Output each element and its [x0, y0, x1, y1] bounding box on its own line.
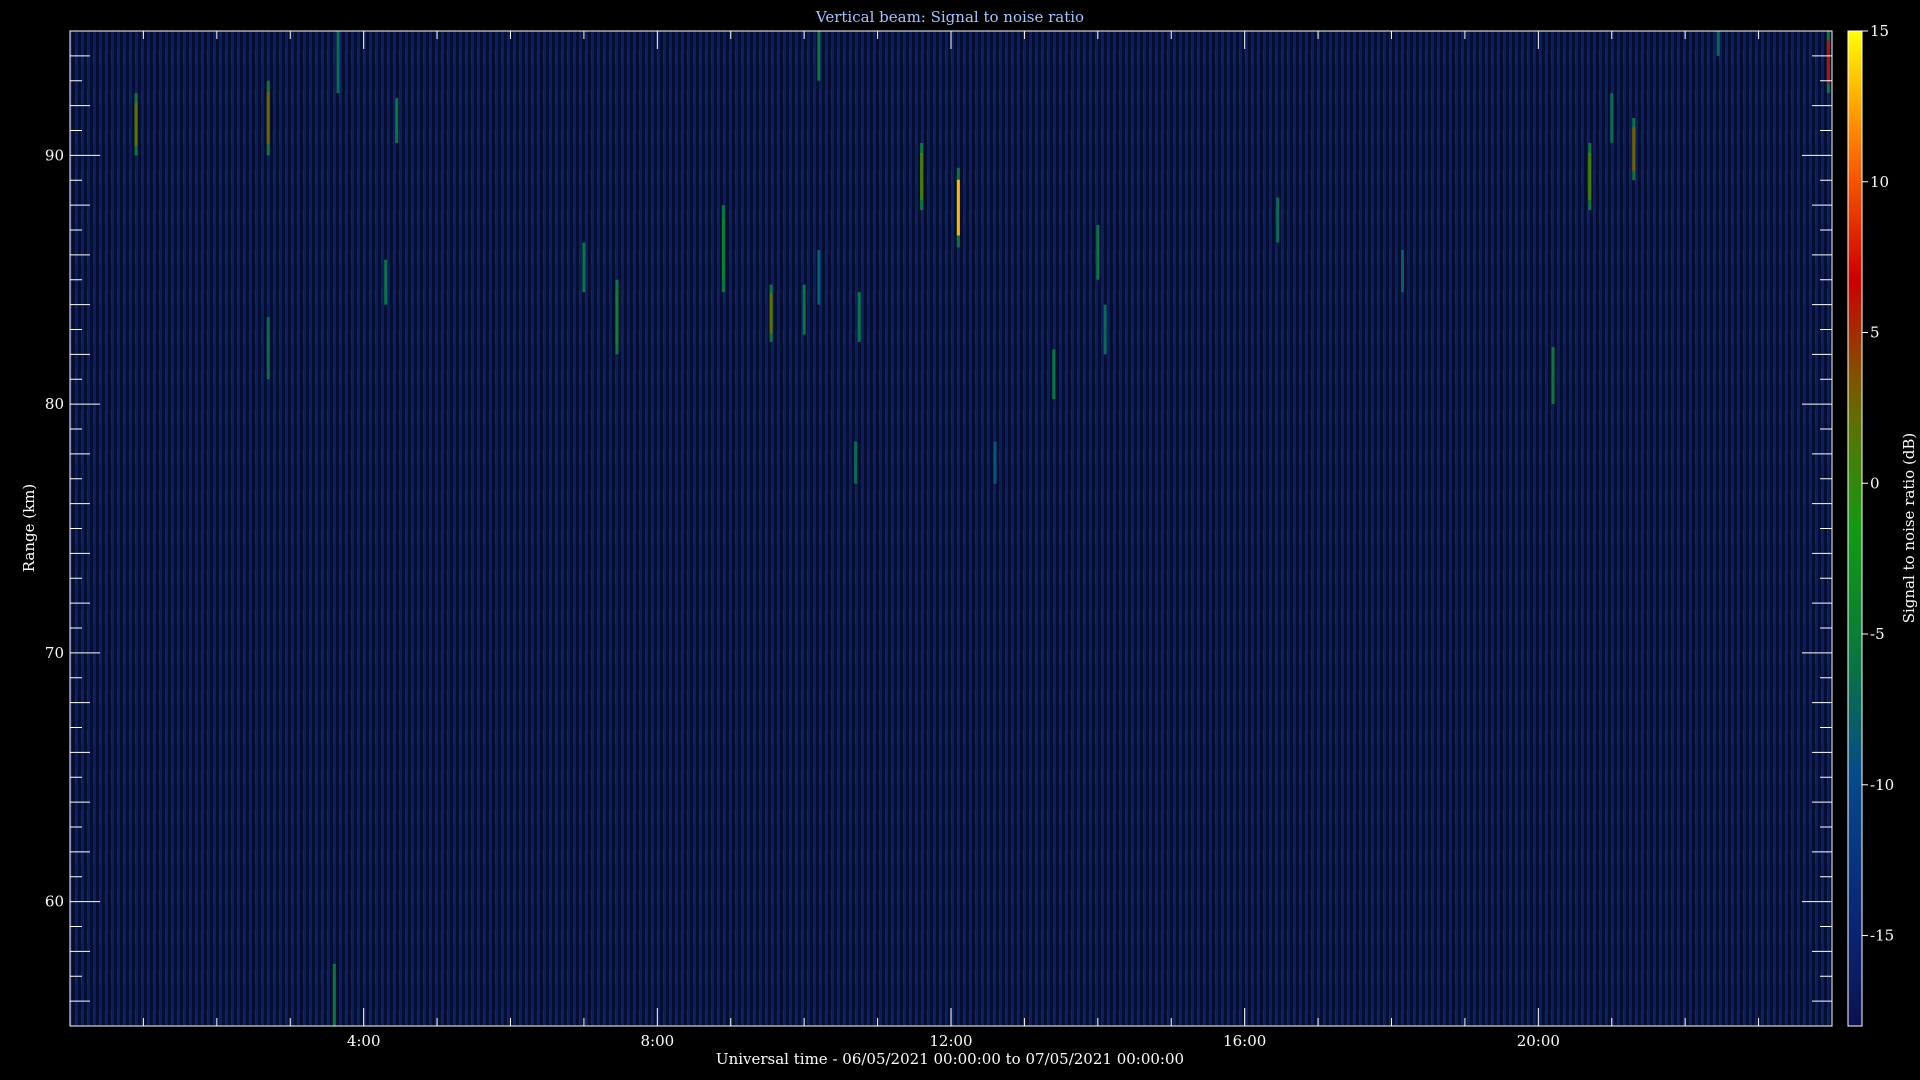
y-axis-label: Range (km)	[20, 484, 38, 573]
colorbar-tick-label: -10	[1870, 776, 1894, 794]
chart-title: Vertical beam: Signal to noise ratio	[815, 8, 1084, 26]
echo-mark	[769, 284, 773, 342]
echo-mark	[1610, 93, 1614, 143]
echo-mark	[920, 142, 924, 211]
echo-mark	[721, 205, 725, 293]
echo-mark	[1588, 142, 1592, 211]
x-tick-label: 8:00	[640, 1032, 674, 1050]
echo-mark	[1632, 118, 1636, 181]
colorbar-tick-label: -5	[1870, 625, 1885, 643]
echo-mark	[266, 80, 270, 156]
echo-mark	[1103, 304, 1107, 355]
echo-mark	[1716, 31, 1720, 56]
echo-mark	[1401, 249, 1405, 293]
echo-mark	[993, 441, 997, 484]
colorbar-tick-label: -15	[1870, 927, 1894, 945]
y-tick-label: 90	[45, 146, 64, 164]
echo-mark	[956, 167, 960, 248]
echo-mark	[332, 963, 336, 1026]
echo-mark	[1551, 346, 1555, 405]
echo-mark	[582, 242, 586, 293]
x-tick-label: 12:00	[929, 1032, 972, 1050]
noise-stripes	[70, 31, 1832, 1026]
colorbar-tick-label: 0	[1870, 474, 1880, 492]
echo-mark	[854, 441, 858, 484]
x-axis-label: Universal time - 06/05/2021 00:00:00 to …	[716, 1050, 1184, 1068]
echo-mark	[615, 279, 619, 355]
colorbar: -15 -10 -5 0 5 10 15	[1847, 22, 1894, 1027]
echo-mark	[1276, 197, 1280, 243]
y-tick-label: 70	[45, 644, 64, 662]
x-tick-label: 4:00	[347, 1032, 381, 1050]
echo-mark	[1052, 349, 1056, 400]
colorbar-tick-label: 10	[1870, 173, 1889, 191]
echo-mark	[817, 249, 821, 305]
echo-mark	[802, 284, 806, 335]
echo-mark	[1826, 31, 1830, 94]
echo-mark	[817, 31, 821, 81]
echo-mark	[384, 259, 388, 305]
x-tick-label: 16:00	[1223, 1032, 1266, 1050]
y-tick-label: 60	[45, 893, 64, 911]
colorbar-label: Signal to noise ratio (dB)	[1900, 433, 1918, 624]
plot-background	[70, 31, 1832, 1026]
snr-chart: Vertical beam: Signal to noise ratio 4:0…	[20, 8, 1918, 1068]
echo-mark	[395, 98, 399, 143]
x-tick-label: 20:00	[1517, 1032, 1560, 1050]
echo-mark	[857, 292, 861, 342]
echo-mark	[336, 31, 340, 94]
colorbar-tick-label: 15	[1870, 22, 1889, 40]
echo-mark	[266, 317, 270, 380]
colorbar-tick-label: 5	[1870, 324, 1880, 342]
echo-mark	[134, 93, 138, 156]
echo-mark	[1096, 225, 1100, 280]
colorbar-gradient	[1848, 31, 1862, 1026]
y-tick-label: 80	[45, 395, 64, 413]
